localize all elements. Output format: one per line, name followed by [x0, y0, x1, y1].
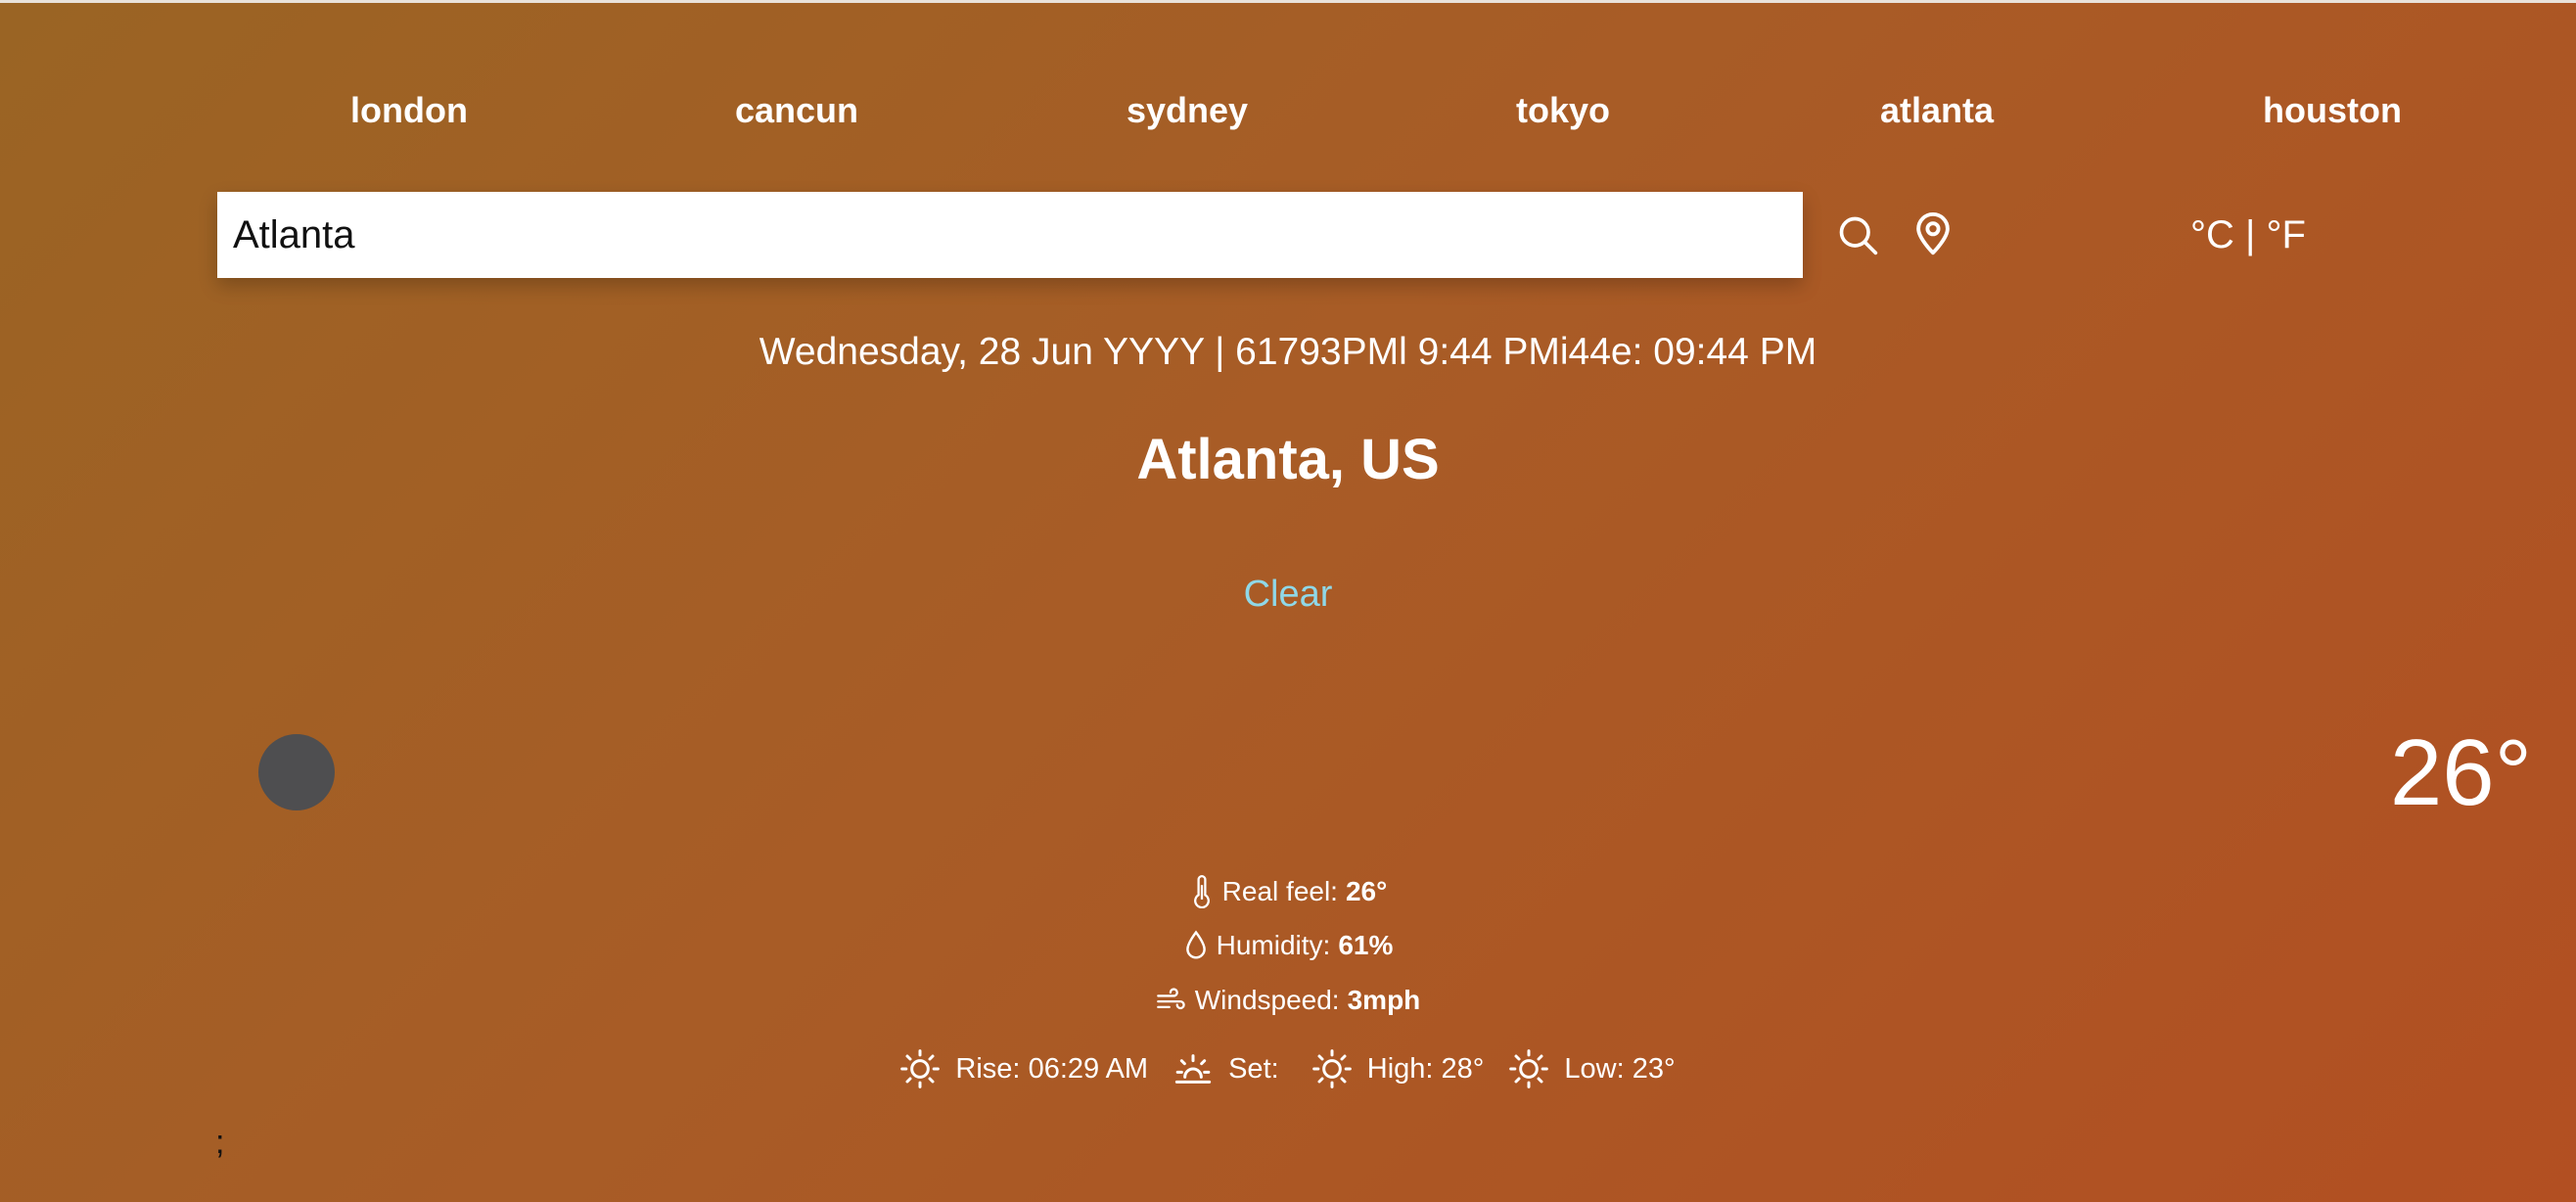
thermometer-icon	[1193, 875, 1210, 908]
sunset-icon	[1174, 1054, 1212, 1084]
search-input[interactable]	[217, 192, 1803, 278]
low-temp-item: Low: 23°	[1509, 1049, 1676, 1088]
sun-info-row: Rise: 06:29 AM Set: High: 28° Low: 23°	[0, 1049, 2576, 1096]
sunset-item: Set:	[1173, 1049, 1287, 1088]
city-link-sydney[interactable]: sydney	[1127, 90, 1248, 131]
unit-separator: |	[2245, 213, 2256, 256]
low-temp-value: 23°	[1632, 1052, 1676, 1085]
windspeed-value: 3mph	[1347, 985, 1421, 1015]
search-box	[217, 192, 1803, 278]
high-temp-label: High:	[1366, 1052, 1434, 1085]
high-temp-value: 28°	[1441, 1052, 1485, 1085]
sunrise-value: 06:29 AM	[1028, 1052, 1149, 1085]
wind-icon	[1156, 988, 1185, 1010]
high-temp-item: High: 28°	[1311, 1049, 1485, 1088]
local-datetime: Wednesday, 28 Jun YYYY | 61793PMl 9:44 P…	[759, 331, 1817, 373]
city-link-atlanta[interactable]: atlanta	[1880, 90, 1994, 131]
city-link-houston[interactable]: houston	[2263, 90, 2402, 131]
location-button[interactable]	[1912, 211, 1954, 256]
sunrise-item: Rise: 06:29 AM	[900, 1049, 1148, 1088]
real-feel-label: Real feel:	[1221, 876, 1338, 906]
location-pin-icon	[1916, 212, 1950, 255]
sunset-label: Set:	[1228, 1052, 1279, 1085]
real-feel-row: Real feel: 26°	[0, 875, 2576, 915]
stray-text: ;	[215, 1124, 225, 1161]
sun-icon	[900, 1049, 941, 1088]
search-button[interactable]	[1836, 213, 1879, 256]
windspeed-label: Windspeed:	[1194, 985, 1340, 1015]
city-nav: london cancun sydney tokyo atlanta houst…	[0, 90, 2576, 145]
city-link-london[interactable]: london	[350, 90, 468, 131]
weather-condition: Clear	[1243, 574, 1333, 615]
humidity-value: 61%	[1338, 930, 1394, 960]
top-border	[0, 0, 2576, 3]
windspeed-row: Windspeed: 3mph	[0, 985, 2576, 1021]
location-title: Atlanta, US	[1136, 428, 1440, 491]
sun-icon	[1509, 1049, 1549, 1088]
celsius-button[interactable]: °C	[2190, 213, 2234, 256]
weather-icon	[258, 734, 335, 810]
sunrise-label: Rise:	[955, 1052, 1021, 1085]
unit-toggle: °C | °F	[2190, 213, 2306, 257]
humidity-label: Humidity:	[1216, 930, 1331, 960]
fahrenheit-button[interactable]: °F	[2267, 213, 2306, 256]
current-temperature: 26°	[2389, 720, 2532, 825]
search-icon	[1839, 216, 1878, 255]
city-link-tokyo[interactable]: tokyo	[1516, 90, 1610, 131]
sun-icon	[1311, 1049, 1352, 1088]
droplet-icon	[1185, 930, 1206, 959]
real-feel-value: 26°	[1345, 876, 1388, 906]
humidity-row: Humidity: 61%	[0, 930, 2576, 968]
city-link-cancun[interactable]: cancun	[735, 90, 858, 131]
low-temp-label: Low:	[1564, 1052, 1625, 1085]
